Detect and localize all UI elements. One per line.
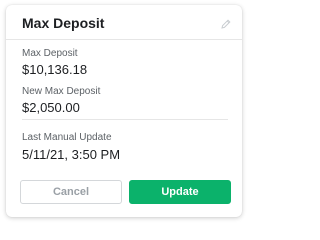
card-header: Max Deposit bbox=[6, 5, 242, 40]
max-deposit-card: Max Deposit Max Deposit $10,136.18 New M… bbox=[6, 5, 242, 217]
pencil-icon[interactable] bbox=[220, 17, 232, 29]
card-title: Max Deposit bbox=[22, 15, 105, 31]
max-deposit-value: $10,136.18 bbox=[22, 62, 88, 77]
update-button[interactable]: Update bbox=[129, 180, 231, 204]
cancel-button[interactable]: Cancel bbox=[20, 180, 122, 204]
divider bbox=[22, 119, 228, 120]
max-deposit-label: Max Deposit bbox=[22, 48, 78, 59]
new-max-deposit-value: $2,050.00 bbox=[22, 100, 80, 115]
last-manual-update-value: 5/11/21, 3:50 PM bbox=[22, 147, 121, 162]
new-max-deposit-label: New Max Deposit bbox=[22, 86, 101, 97]
last-manual-update-label: Last Manual Update bbox=[22, 132, 112, 143]
